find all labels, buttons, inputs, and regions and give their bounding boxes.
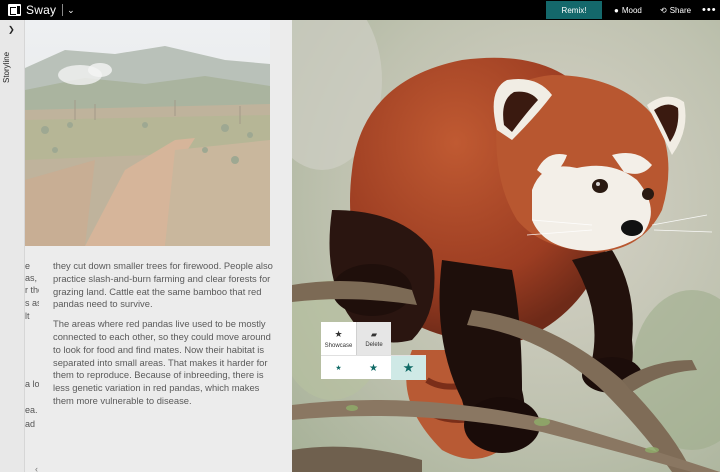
mood-button[interactable]: ● Mood xyxy=(614,0,642,20)
sway-logo-icon[interactable] xyxy=(8,4,21,16)
delete-label: Delete xyxy=(365,341,383,348)
clipped-text-fragment: as, xyxy=(25,273,38,283)
clipped-text-fragment: a lot xyxy=(25,379,39,389)
star-medium-icon: ★ xyxy=(369,362,378,374)
chevron-down-icon[interactable]: ⌄ xyxy=(67,5,75,16)
star-small-icon: ★ xyxy=(335,365,342,372)
clipped-text-fragment: r the xyxy=(25,285,39,295)
clipped-text-fragment: lt xyxy=(25,311,30,321)
delete-button[interactable]: ▰ Delete xyxy=(356,322,391,355)
storyline-label: Storyline xyxy=(2,51,11,83)
more-options-icon[interactable]: ••• xyxy=(702,0,717,20)
paragraph[interactable]: they cut down smaller trees for firewood… xyxy=(53,260,275,311)
app-title[interactable]: Sway xyxy=(26,3,56,17)
red-panda-image[interactable] xyxy=(292,20,720,472)
red-panda-photo xyxy=(292,20,720,472)
image-context-toolbar: ★ Showcase ▰ Delete ★ ★ ★ xyxy=(321,322,426,380)
clipped-text-fragment: ea. xyxy=(25,405,38,415)
story-text-pane: e as, r the s as lt a lot ea. ad they cu… xyxy=(25,20,292,472)
clipped-text-fragment: e xyxy=(25,261,31,271)
chevron-right-icon[interactable]: ❯ xyxy=(8,25,15,34)
chevron-left-icon[interactable]: ‹ xyxy=(35,464,38,472)
top-bar: Sway ⌄ Remix! ● Mood ⟲ Share ••• xyxy=(0,0,720,20)
deforestation-image[interactable] xyxy=(25,20,270,246)
paragraph[interactable]: The areas where red pandas live used to … xyxy=(53,318,275,408)
emphasis-subtle-button[interactable]: ★ xyxy=(321,356,356,380)
showcase-label: Showcase xyxy=(324,342,353,349)
emphasis-moderate-button[interactable]: ★ xyxy=(356,356,391,380)
remix-button[interactable]: Remix! xyxy=(546,1,602,19)
showcase-button[interactable]: ★ Showcase xyxy=(321,322,356,355)
droplet-icon: ● xyxy=(614,5,619,15)
storyline-tab[interactable]: ❯ Storyline xyxy=(0,20,25,472)
mood-label: Mood xyxy=(621,5,642,15)
clipped-text-fragment: s as xyxy=(25,298,39,308)
share-button[interactable]: ⟲ Share xyxy=(660,0,691,20)
story-body-text: they cut down smaller trees for firewood… xyxy=(53,260,275,415)
share-label: Share xyxy=(669,5,692,15)
star-large-icon: ★ xyxy=(402,360,415,375)
deforestation-photo xyxy=(25,20,270,246)
star-icon: ★ xyxy=(334,328,343,339)
title-separator xyxy=(62,4,64,16)
clipped-text-fragment: ad xyxy=(25,419,36,429)
share-icon: ⟲ xyxy=(660,5,667,15)
trash-icon: ▰ xyxy=(370,329,378,339)
emphasis-intense-button[interactable]: ★ xyxy=(391,356,426,380)
